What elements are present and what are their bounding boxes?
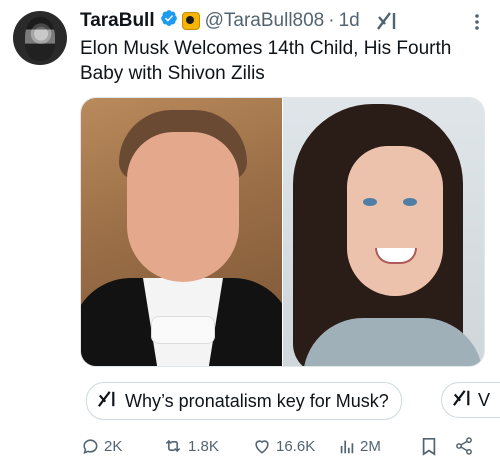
views-button[interactable]: 2M [338,432,381,460]
grok-question-next-label: V [478,389,491,410]
share-icon [454,436,474,456]
bookmark-button[interactable] [420,432,438,460]
reply-button[interactable]: 2K [80,432,122,460]
grok-question-chip-next[interactable]: V [441,382,500,418]
bookmark-icon [420,436,438,456]
tweet-media[interactable] [80,97,485,367]
tweet-header: TaraBull @TaraBull808 · 1d [80,8,486,34]
tweet-text: Elon Musk Welcomes 14th Child, His Fourt… [80,38,452,84]
reply-count: 2K [104,437,123,455]
repost-count: 1.8K [188,437,219,455]
heart-icon [252,436,272,456]
more-icon[interactable] [474,12,480,32]
gold-affiliate-badge-icon [181,12,200,30]
share-button[interactable] [454,432,474,460]
repost-icon [162,436,184,456]
reply-icon [80,436,100,456]
views-icon [338,436,356,456]
grok-icon[interactable] [376,11,398,31]
views-count: 2M [360,437,381,455]
verified-badge-icon [160,9,178,33]
grok-icon [97,390,117,413]
action-bar: 2K 1.8K 16.6K 2M [80,432,480,460]
grok-question-label: Why’s pronatalism key for Musk? [125,390,389,411]
grok-question-chip[interactable]: Why’s pronatalism key for Musk? [86,382,402,420]
repost-button[interactable]: 1.8K [162,432,219,460]
media-image-left[interactable] [81,98,282,366]
timestamp[interactable]: 1d [339,10,360,32]
avatar[interactable] [13,11,67,65]
media-image-right[interactable] [282,98,484,366]
display-name[interactable]: TaraBull [80,10,155,32]
tweet[interactable]: TaraBull @TaraBull808 · 1d Elon Musk Wel… [0,0,500,468]
like-count: 16.6K [276,437,316,455]
handle[interactable]: @TaraBull808 [205,10,325,32]
like-button[interactable]: 16.6K [252,432,315,460]
grok-icon [452,389,472,412]
separator-dot: · [328,10,335,31]
